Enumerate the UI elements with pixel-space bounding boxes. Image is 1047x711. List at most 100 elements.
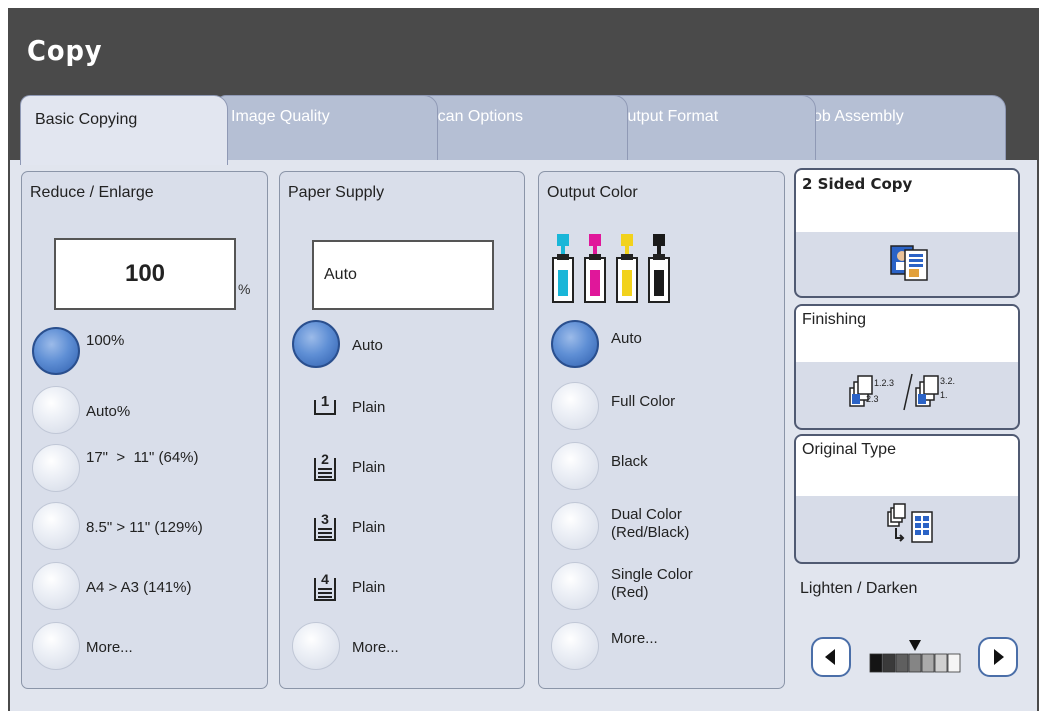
level-cell (947, 653, 961, 673)
paper-option-tray-4[interactable]: 4 Plain (292, 562, 517, 610)
darken-button[interactable] (978, 637, 1018, 677)
svg-text:4: 4 (321, 571, 329, 587)
option-label: Auto (611, 330, 642, 347)
option-label: A4 > A3 (141%) (86, 579, 192, 596)
option-17-to-11[interactable]: 17" > 11" (64%) (32, 444, 262, 492)
level-cell (921, 653, 935, 673)
tray-4-icon: 4 (312, 570, 338, 609)
paper-option-tray-2[interactable]: 2 Plain (292, 442, 517, 490)
option-auto-percent[interactable]: Auto% (32, 386, 262, 434)
paper-option-tray-1[interactable]: 1 Plain (292, 382, 517, 430)
color-option-dual-color[interactable]: Dual Color (Red/Black) (551, 502, 779, 550)
level-cell (869, 653, 883, 673)
finishing-icon-text: 2.3 (866, 394, 879, 404)
finishing-collate-icon: 1.2.3 2.3 3.2. 1. (844, 368, 974, 421)
paper-supply-value-field[interactable]: Auto (312, 240, 494, 310)
level-cell (908, 653, 922, 673)
color-option-auto[interactable]: Auto (551, 320, 779, 368)
option-label: 100% (86, 332, 125, 349)
option-label: Single Color (Red) (611, 566, 693, 601)
panel-title: Output Color (547, 184, 638, 201)
option-label: Dual Color (Red/Black) (611, 506, 690, 541)
option-label: More... (611, 630, 658, 647)
reduce-enlarge-panel: Reduce / Enlarge 100 % 100% Auto% 17" > … (21, 171, 268, 689)
radio-button (551, 442, 599, 490)
option-100-percent[interactable]: 100% (32, 327, 262, 375)
radio-button (32, 562, 80, 610)
lighten-darken-label: Lighten / Darken (800, 580, 918, 597)
lighten-darken-scale (868, 636, 968, 683)
radio-button (551, 502, 599, 550)
radio-button (551, 382, 599, 430)
panel-title: Reduce / Enlarge (30, 184, 154, 201)
two-sided-copy-icon (889, 242, 929, 287)
toner-cartridges-icon (549, 230, 679, 309)
lighten-button[interactable] (811, 637, 851, 677)
level-cell (895, 653, 909, 673)
tray-3-icon: 3 (312, 510, 338, 549)
option-label: Auto% (86, 403, 131, 420)
svg-text:1: 1 (321, 393, 329, 410)
tab-output-format[interactable]: Output Format (600, 95, 816, 161)
triangle-right-icon (994, 649, 1004, 665)
color-option-full-color[interactable]: Full Color (551, 382, 779, 430)
button-label: 2 Sided Copy (802, 175, 913, 193)
option-label: More... (86, 639, 133, 656)
option-label: Auto (352, 337, 383, 354)
radio-button (32, 386, 80, 434)
color-option-black[interactable]: Black (551, 442, 779, 490)
radio-button (32, 622, 80, 670)
radio-button (292, 622, 340, 670)
tab-label: Job Assembly (805, 108, 904, 125)
level-cell (934, 653, 948, 673)
tab-image-quality[interactable]: Image Quality (216, 95, 438, 161)
option-label: Full Color (611, 393, 676, 410)
paper-option-auto[interactable]: Auto (292, 320, 517, 368)
tab-label: Output Format (615, 108, 719, 125)
level-cell (882, 653, 896, 673)
finishing-icon-text: 1.2.3 (874, 378, 894, 388)
panel-title: Paper Supply (288, 184, 385, 201)
app-title: Copy (27, 34, 103, 67)
option-label: Plain (352, 579, 386, 596)
radio-button (32, 327, 80, 375)
finishing-icon-text: 1. (940, 390, 948, 400)
two-sided-copy-button[interactable]: 2 Sided Copy (794, 168, 1020, 298)
percent-unit: % (238, 281, 251, 297)
paper-option-tray-3[interactable]: 3 Plain (292, 502, 517, 550)
button-label: Finishing (802, 311, 867, 328)
tab-scan-options[interactable]: Scan Options (412, 95, 628, 161)
tab-label: Basic Copying (35, 111, 138, 128)
paper-option-more[interactable]: More... (292, 622, 517, 670)
option-85-to-11[interactable]: 8.5" > 11" (129%) (32, 502, 262, 550)
option-label: 8.5" > 11" (129%) (86, 519, 203, 536)
svg-text:2: 2 (321, 451, 329, 467)
tab-label: Image Quality (231, 108, 330, 125)
option-label: Plain (352, 459, 386, 476)
finishing-icon-text: 3.2. (940, 376, 955, 386)
color-option-more[interactable]: More... (551, 622, 779, 670)
output-color-panel: Output Color Auto Full Color Black Dual … (538, 171, 785, 689)
tray-2-icon: 2 (312, 450, 338, 489)
option-label: Plain (352, 399, 386, 416)
option-label: 17" > 11" (64%) (86, 449, 199, 466)
radio-button (551, 320, 599, 368)
radio-button (551, 622, 599, 670)
option-more[interactable]: More... (32, 622, 262, 670)
radio-button (551, 562, 599, 610)
tab-basic-copying[interactable]: Basic Copying (20, 95, 228, 165)
radio-button (32, 444, 80, 492)
original-type-icon (886, 502, 936, 553)
radio-button (32, 502, 80, 550)
option-label: Black (611, 453, 648, 470)
triangle-left-icon (825, 649, 835, 665)
option-label: More... (352, 639, 399, 656)
tray-1-icon: 1 (312, 390, 338, 427)
level-marker (909, 640, 921, 651)
color-option-single-color[interactable]: Single Color (Red) (551, 562, 779, 610)
original-type-button[interactable]: Original Type (794, 434, 1020, 564)
finishing-button[interactable]: Finishing 1.2.3 2.3 3.2. 1. (794, 304, 1020, 430)
reduce-enlarge-value-field[interactable]: 100 (54, 238, 236, 310)
tab-job-assembly[interactable]: Job Assembly (790, 95, 1006, 161)
option-a4-to-a3[interactable]: A4 > A3 (141%) (32, 562, 262, 610)
